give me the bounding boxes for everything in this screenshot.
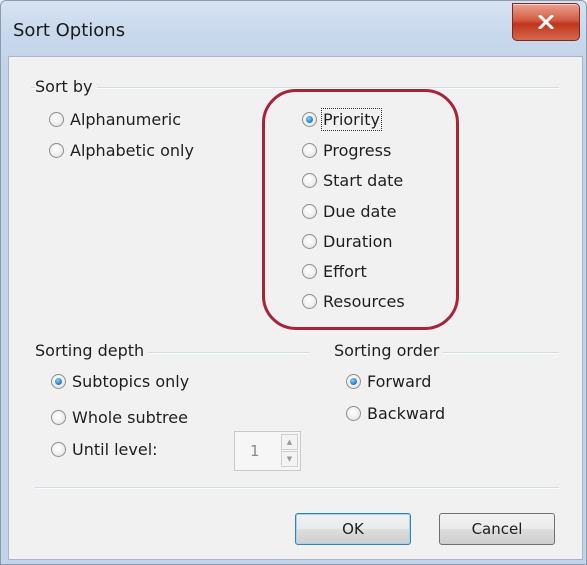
radio-icon (302, 264, 317, 279)
radio-icon (346, 406, 361, 421)
level-value: 1 (250, 442, 260, 460)
radio-label: Priority (321, 108, 382, 131)
radio-label: Due date (323, 202, 397, 221)
sort-options-dialog: Sort Options Sort by Alphanumeric Alphab… (0, 0, 587, 565)
radio-backward[interactable]: Backward (346, 404, 445, 423)
spinner-arrows: ▲ ▼ (281, 434, 298, 468)
spin-up-icon[interactable]: ▲ (281, 434, 298, 450)
cancel-button[interactable]: Cancel (439, 513, 555, 545)
radio-label: Whole subtree (72, 408, 188, 427)
sorting-depth-label: Sorting depth (35, 341, 149, 360)
radio-forward[interactable]: Forward (346, 372, 431, 391)
radio-label: Duration (323, 232, 393, 251)
sort-by-label: Sort by (35, 77, 97, 96)
radio-icon (49, 112, 64, 127)
radio-icon (302, 234, 317, 249)
radio-icon (302, 143, 317, 158)
radio-label: Forward (367, 372, 432, 391)
button-divider (35, 487, 559, 489)
title-bar[interactable]: Sort Options (1, 1, 586, 59)
radio-icon (51, 442, 66, 457)
radio-until-level[interactable]: Until level: (51, 440, 158, 459)
sorting-order-label: Sorting order (334, 341, 444, 360)
radio-due-date[interactable]: Due date (302, 202, 396, 221)
radio-icon (302, 204, 317, 219)
radio-whole-subtree[interactable]: Whole subtree (51, 408, 188, 427)
radio-icon (49, 143, 64, 158)
radio-icon (302, 112, 317, 127)
level-spinner[interactable]: 1 ▲ ▼ (234, 431, 301, 471)
radio-icon (51, 374, 66, 389)
dialog-title: Sort Options (13, 20, 126, 41)
radio-alphanumeric[interactable]: Alphanumeric (49, 110, 181, 129)
close-button[interactable] (512, 3, 580, 41)
radio-start-date[interactable]: Start date (302, 171, 403, 190)
radio-progress[interactable]: Progress (302, 141, 391, 160)
radio-icon (346, 374, 361, 389)
radio-label: Start date (323, 171, 404, 190)
radio-icon (302, 294, 317, 309)
radio-icon (51, 410, 66, 425)
radio-label: Progress (323, 141, 392, 160)
close-icon (538, 15, 554, 29)
radio-label: Backward (367, 404, 446, 423)
radio-resources[interactable]: Resources (302, 292, 405, 311)
radio-effort[interactable]: Effort (302, 262, 367, 281)
radio-priority[interactable]: Priority (302, 108, 382, 131)
radio-label: Until level: (72, 440, 158, 459)
ok-button[interactable]: OK (295, 513, 411, 545)
radio-subtopics-only[interactable]: Subtopics only (51, 372, 189, 391)
radio-icon (302, 173, 317, 188)
dialog-body: Sort by Alphanumeric Alphabetic only Pri… (8, 56, 583, 560)
radio-label: Effort (323, 262, 367, 281)
radio-alphabetic-only[interactable]: Alphabetic only (49, 141, 194, 160)
radio-label: Alphabetic only (70, 141, 194, 160)
radio-label: Subtopics only (72, 372, 190, 391)
spin-down-icon[interactable]: ▼ (281, 451, 298, 467)
radio-label: Alphanumeric (70, 110, 182, 129)
radio-duration[interactable]: Duration (302, 232, 393, 251)
radio-label: Resources (323, 292, 405, 311)
